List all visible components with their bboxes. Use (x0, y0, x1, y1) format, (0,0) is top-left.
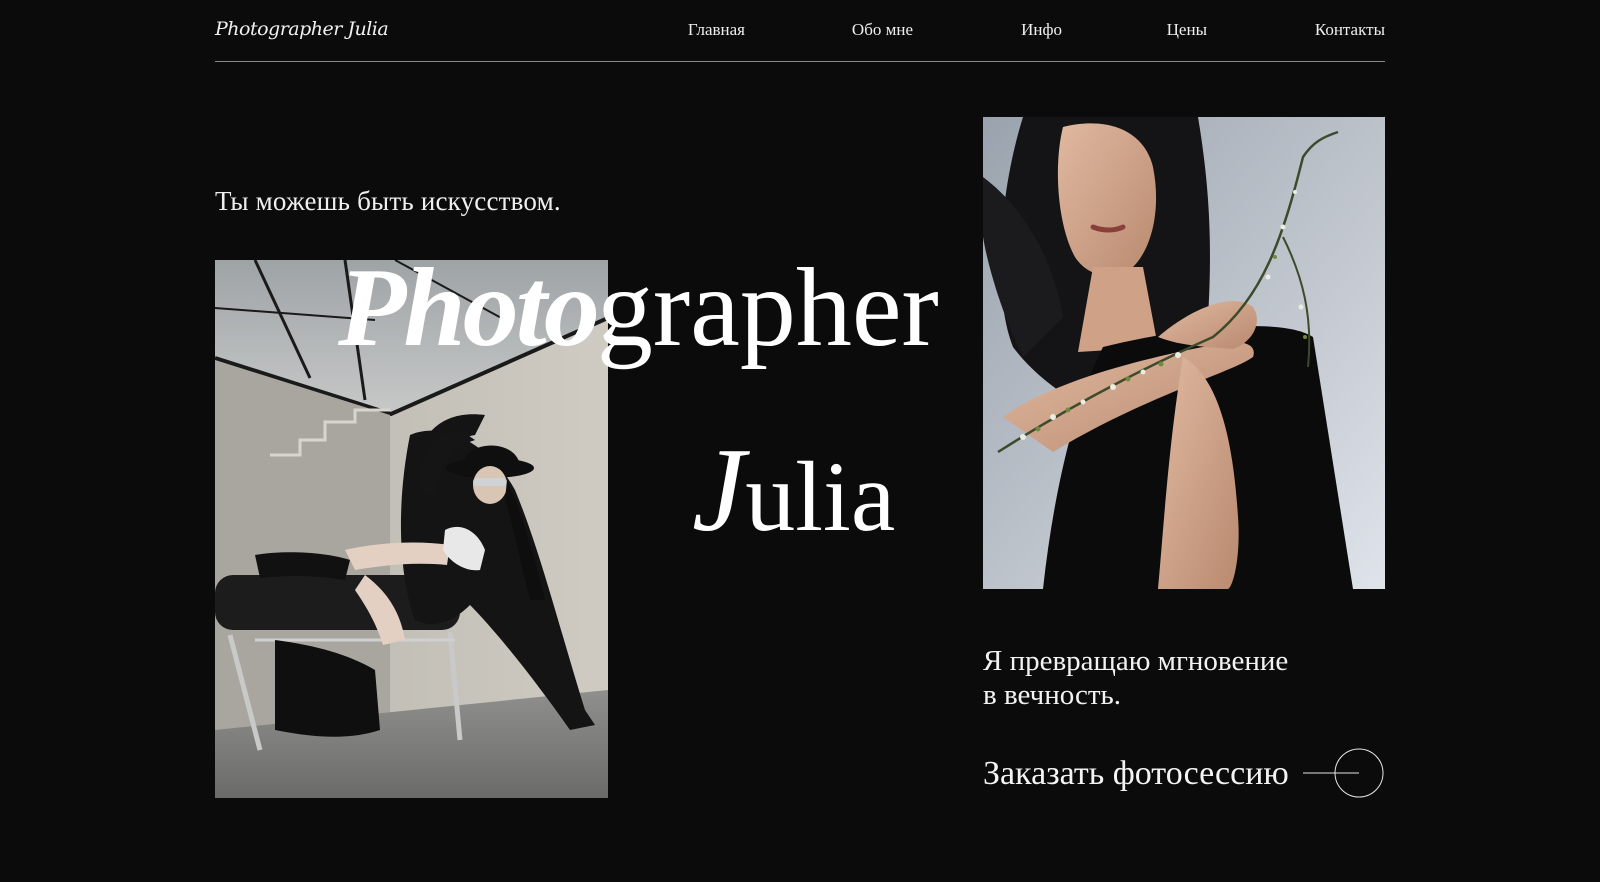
arrow-right-icon (1303, 748, 1384, 798)
nav-item-home[interactable]: Главная (688, 20, 745, 40)
nav-item-contacts[interactable]: Контакты (1315, 20, 1385, 40)
hero-claim-line-1: Я превращаю мгновение (983, 645, 1289, 677)
hero-name-script-letter: J (692, 423, 746, 556)
hero-tagline: Ты можешь быть искусством. (215, 186, 561, 216)
site-header: Photographer Julia Главная Обо мне Инфо … (215, 0, 1385, 62)
portfolio-photo-right (983, 117, 1385, 589)
hero-title-photographer: Photographer (338, 252, 939, 364)
hero-title-rest-part: grapher (596, 246, 939, 370)
hero-name-rest: ulia (745, 441, 896, 552)
nav-item-prices[interactable]: Цены (1167, 20, 1207, 40)
nav-item-about[interactable]: Обо мне (852, 20, 913, 40)
nav-item-info[interactable]: Инфо (1021, 20, 1062, 40)
hero-claim-line-2: в вечность. (983, 679, 1121, 711)
book-photoshoot-button[interactable]: Заказать фотосессию (983, 747, 1385, 799)
book-photoshoot-label: Заказать фотосессию (983, 755, 1289, 792)
hero-claim: Я превращаю мгновение в вечность. (983, 644, 1383, 712)
site-logo[interactable]: Photographer Julia (215, 18, 389, 40)
hero-title-julia: Julia (692, 430, 895, 550)
hero-title-script-part: Photo (338, 246, 600, 370)
